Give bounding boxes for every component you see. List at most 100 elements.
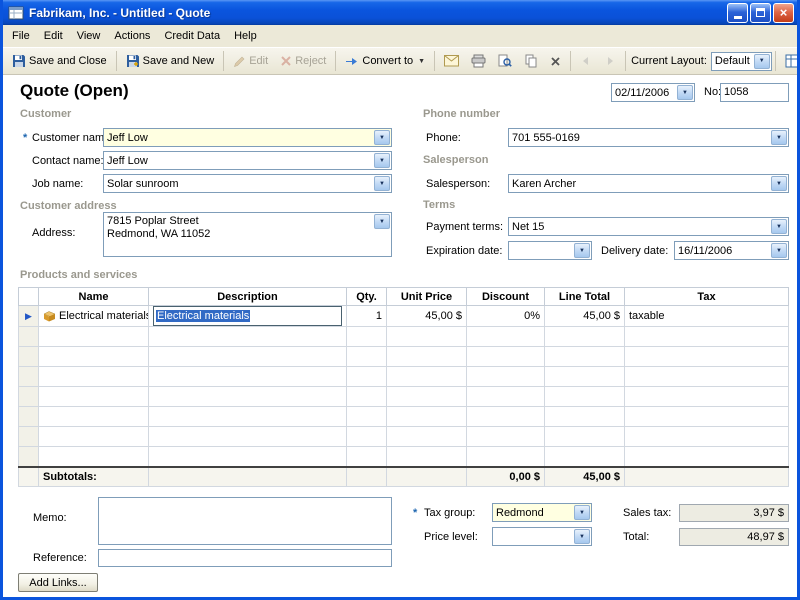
grid-cell[interactable]	[387, 387, 467, 407]
grid-cell[interactable]	[545, 427, 625, 447]
row-selector-cell[interactable]	[19, 367, 39, 387]
dropdown-arrow-icon[interactable]: ▼	[771, 219, 787, 234]
dropdown-arrow-icon[interactable]: ▼	[574, 505, 590, 520]
grid-cell[interactable]	[625, 367, 789, 387]
grid-cell[interactable]	[149, 367, 347, 387]
menu-item-edit[interactable]: Edit	[37, 26, 70, 46]
copy-button[interactable]	[518, 50, 544, 72]
row-selector-cell[interactable]	[19, 427, 39, 447]
dropdown-arrow-icon[interactable]: ▼	[374, 176, 390, 191]
grid-cell[interactable]	[39, 347, 149, 367]
row-selector-cell[interactable]: ▶	[19, 306, 39, 327]
print-preview-button[interactable]	[492, 50, 518, 72]
grid-cell[interactable]	[149, 427, 347, 447]
grid-cell[interactable]	[149, 447, 347, 467]
grid-cell[interactable]	[387, 327, 467, 347]
grid-cell[interactable]	[467, 427, 545, 447]
payment-terms-select[interactable]: Net 15 ▼	[508, 217, 789, 236]
grid-cell[interactable]	[149, 387, 347, 407]
quote-number-field[interactable]: 1058	[720, 83, 789, 102]
dropdown-arrow-icon[interactable]: ▼	[771, 130, 787, 145]
job-name-select[interactable]: Solar sunroom ▼	[103, 174, 392, 193]
grid-cell[interactable]	[387, 347, 467, 367]
dropdown-arrow-icon[interactable]: ▼	[677, 85, 693, 100]
grid-cell[interactable]	[545, 367, 625, 387]
menu-item-help[interactable]: Help	[227, 26, 264, 46]
tax-group-select[interactable]: Redmond ▼	[492, 503, 592, 522]
maximize-button[interactable]	[750, 3, 771, 23]
expiration-date-select[interactable]: ▼	[508, 241, 592, 260]
price-level-select[interactable]: ▼	[492, 527, 592, 546]
current-layout-select[interactable]: Default ▼	[711, 52, 772, 71]
row-selector-cell[interactable]	[19, 347, 39, 367]
grid-cell[interactable]	[149, 407, 347, 427]
delete-button[interactable]	[544, 52, 567, 71]
grid-cell[interactable]	[625, 427, 789, 447]
grid-cell[interactable]	[625, 327, 789, 347]
dropdown-arrow-icon[interactable]: ▼	[771, 176, 787, 191]
grid-cell[interactable]	[467, 347, 545, 367]
dropdown-arrow-icon[interactable]: ▼	[754, 54, 770, 69]
salesperson-select[interactable]: Karen Archer ▼	[508, 174, 789, 193]
grid-cell[interactable]	[467, 327, 545, 347]
grid-cell[interactable]	[387, 367, 467, 387]
description-edit-box[interactable]: Electrical materials	[153, 306, 342, 326]
grid-cell[interactable]	[39, 387, 149, 407]
item-description-cell[interactable]: Electrical materials	[149, 306, 347, 327]
minimize-button[interactable]	[727, 3, 748, 23]
address-select[interactable]: 7815 Poplar Street Redmond, WA 11052 ▼	[103, 212, 392, 257]
grid-cell[interactable]	[39, 327, 149, 347]
grid-cell[interactable]	[625, 387, 789, 407]
item-discount-cell[interactable]: 0%	[467, 306, 545, 327]
grid-cell[interactable]	[347, 447, 387, 467]
grid-cell[interactable]	[387, 407, 467, 427]
grid-cell[interactable]	[347, 367, 387, 387]
grid-cell[interactable]	[545, 447, 625, 467]
grid-cell[interactable]	[545, 327, 625, 347]
grid-cell[interactable]	[347, 407, 387, 427]
item-name-cell[interactable]: Electrical materials ...	[39, 306, 149, 327]
grid-cell[interactable]	[387, 447, 467, 467]
menu-item-view[interactable]: View	[70, 26, 108, 46]
dropdown-arrow-icon[interactable]: ▼	[574, 243, 590, 258]
item-qty-cell[interactable]: 1	[347, 306, 387, 327]
grid-cell[interactable]	[149, 327, 347, 347]
grid-cell[interactable]	[625, 347, 789, 367]
contact-name-select[interactable]: Jeff Low ▼	[103, 151, 392, 170]
grid-cell[interactable]	[467, 367, 545, 387]
grid-cell[interactable]	[467, 447, 545, 467]
reference-input[interactable]	[98, 549, 392, 567]
dropdown-arrow-icon[interactable]: ▼	[374, 153, 390, 168]
grid-cell[interactable]	[387, 427, 467, 447]
dropdown-arrow-icon[interactable]: ▼	[574, 529, 590, 544]
print-button[interactable]	[465, 50, 492, 72]
grid-cell[interactable]	[545, 407, 625, 427]
convert-to-button[interactable]: Convert to ▼	[339, 50, 431, 72]
phone-select[interactable]: 701 555-0169 ▼	[508, 128, 789, 147]
item-tax-cell[interactable]: taxable	[625, 306, 789, 327]
row-selector-cell[interactable]	[19, 447, 39, 467]
grid-cell[interactable]	[347, 347, 387, 367]
modify-layout-button[interactable]: Modify Layout	[779, 50, 800, 72]
document-date-select[interactable]: 02/11/2006 ▼	[611, 83, 695, 102]
grid-cell[interactable]	[347, 327, 387, 347]
customer-name-select[interactable]: Jeff Low ▼	[103, 128, 392, 147]
grid-cell[interactable]	[545, 387, 625, 407]
grid-cell[interactable]	[625, 407, 789, 427]
item-line-total-cell[interactable]: 45,00 $	[545, 306, 625, 327]
grid-cell[interactable]	[39, 407, 149, 427]
grid-cell[interactable]	[625, 447, 789, 467]
mail-button[interactable]	[438, 51, 465, 71]
add-links-button[interactable]: Add Links...	[18, 573, 98, 592]
menu-item-file[interactable]: File	[5, 26, 37, 46]
grid-cell[interactable]	[39, 447, 149, 467]
item-unit-price-cell[interactable]: 45,00 $	[387, 306, 467, 327]
menu-item-actions[interactable]: Actions	[107, 26, 157, 46]
save-and-close-button[interactable]: Save and Close	[6, 50, 113, 72]
grid-cell[interactable]	[39, 427, 149, 447]
delivery-date-select[interactable]: 16/11/2006 ▼	[674, 241, 789, 260]
dropdown-arrow-icon[interactable]: ▼	[374, 130, 390, 145]
grid-cell[interactable]	[467, 387, 545, 407]
row-selector-cell[interactable]	[19, 407, 39, 427]
menu-item-credit-data[interactable]: Credit Data	[157, 26, 227, 46]
